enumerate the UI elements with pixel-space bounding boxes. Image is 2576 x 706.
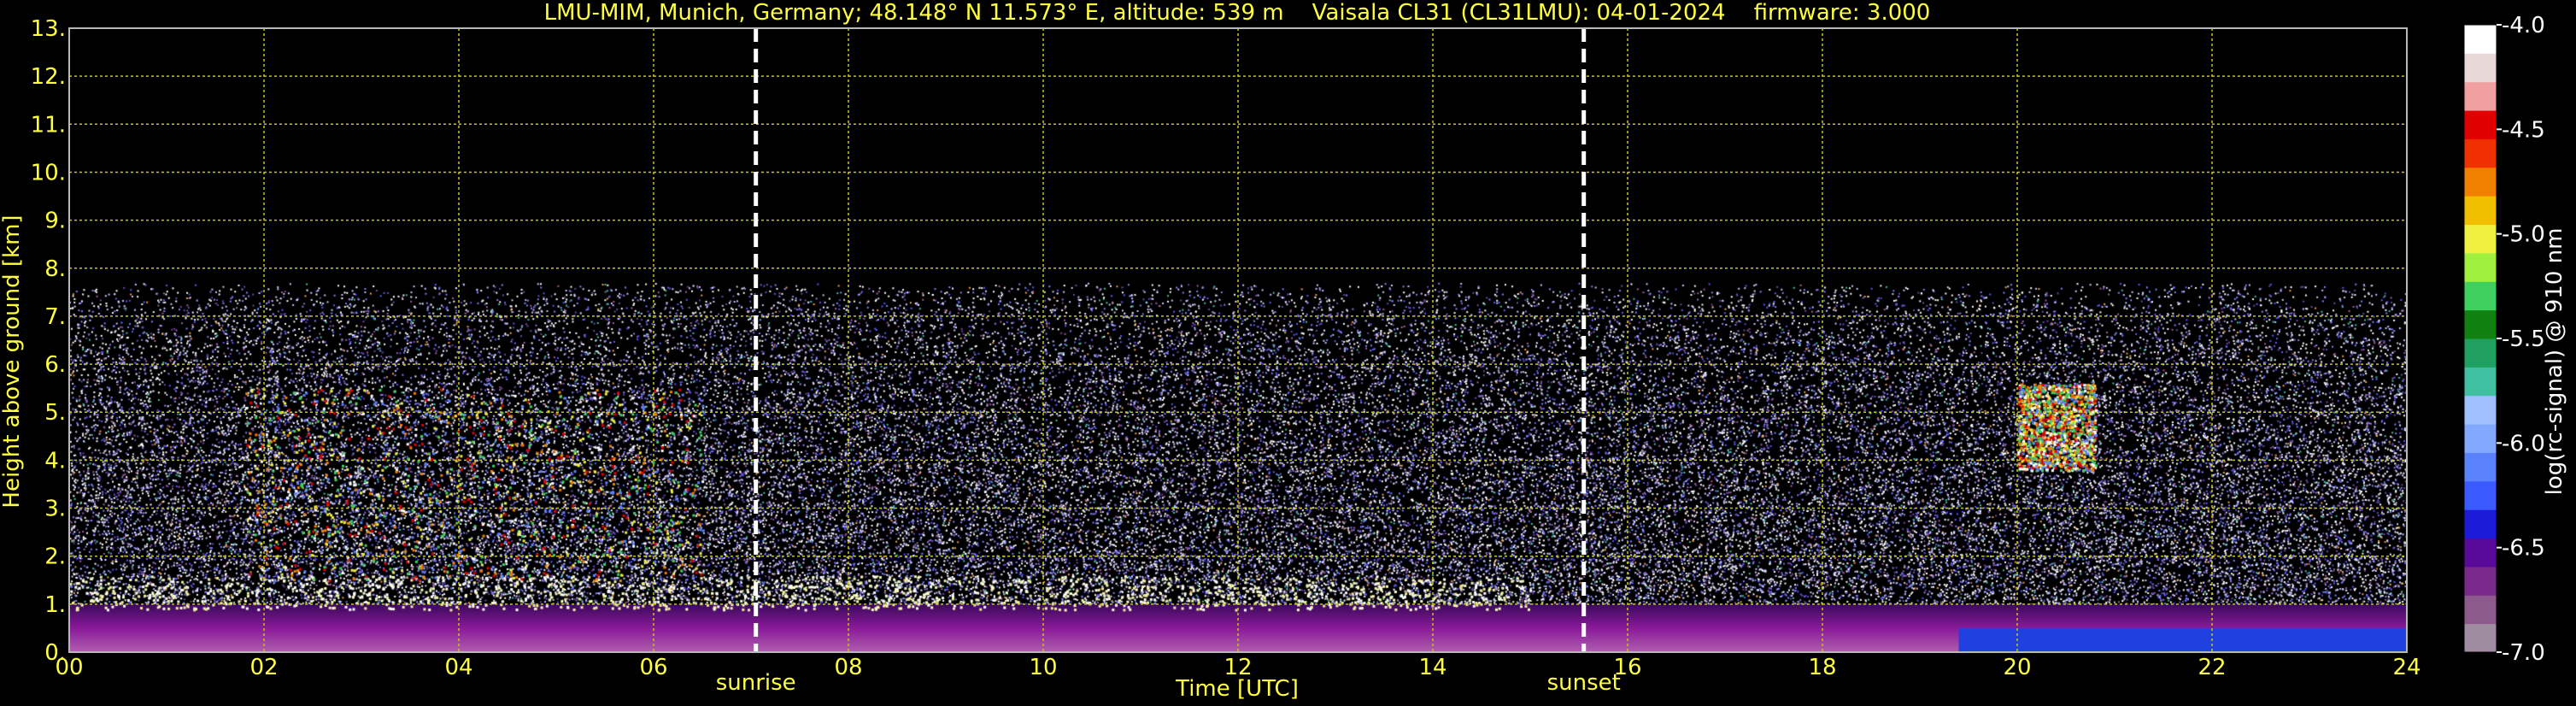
x-tick-label: 24 [2392, 655, 2421, 680]
x-tick-label: 06 [639, 655, 667, 680]
colorbar-label: log(rc-signal) @ 910 nm [2542, 228, 2567, 496]
colorbar-swatch [2464, 395, 2497, 425]
colorbar-tick-label: -6.5 [2502, 536, 2545, 562]
x-tick-label: 04 [444, 655, 472, 680]
y-tick-label: 3. [44, 497, 66, 522]
chart-title: LMU-MIM, Munich, Germany; 48.148° N 11.5… [544, 0, 1931, 26]
colorbar-tick-label: -5.0 [2502, 222, 2545, 248]
colorbar-swatch [2464, 196, 2497, 226]
colorbar-swatch [2464, 53, 2497, 83]
colorbar-swatch [2464, 138, 2497, 168]
colorbar-swatch [2464, 252, 2497, 282]
colorbar-swatch [2464, 281, 2497, 311]
y-tick-label: 8. [44, 256, 66, 282]
colorbar-swatch [2464, 452, 2497, 482]
lidar-backscatter-chart: sunrise sunset 00 02 04 06 08 10 12 14 16 18 20 22 24… [0, 0, 2576, 706]
y-tick-label: 5. [44, 400, 66, 426]
colorbar-tick-label: -6.0 [2502, 431, 2545, 456]
colorbar-swatch [2464, 595, 2497, 625]
x-tick-label: 16 [1613, 655, 1641, 680]
x-axis-label: Time [UTC] [1175, 676, 1299, 702]
colorbar-swatch [2464, 25, 2497, 54]
colorbar-tick-label: -5.5 [2502, 327, 2545, 352]
y-tick-label: 4. [44, 448, 66, 474]
x-tick-label: 08 [834, 655, 862, 680]
colorbar-swatch [2464, 509, 2497, 539]
colorbar-tick-label: -4.0 [2502, 13, 2545, 38]
x-tick-label: 22 [2198, 655, 2226, 680]
y-tick-label: 1. [44, 592, 66, 618]
colorbar-tick-label: -7.0 [2502, 640, 2545, 666]
sun-marker-label: sunset [1547, 670, 1621, 696]
y-tick-label: 11. [31, 112, 66, 138]
colorbar-tick-label: -4.5 [2502, 117, 2545, 143]
colorbar-swatch [2464, 167, 2497, 197]
sun-marker-label: sunrise [716, 670, 796, 696]
colorbar-swatch [2464, 338, 2497, 368]
colorbar-swatch [2464, 566, 2497, 596]
x-tick-label: 20 [2003, 655, 2031, 680]
colorbar-swatch [2464, 110, 2497, 139]
y-axis-label: Height above ground [km] [0, 215, 25, 508]
colorbar-swatch [2464, 367, 2497, 397]
y-tick-label: 9. [44, 209, 66, 234]
y-tick-label: 6. [44, 352, 66, 378]
y-tick-label: 13. [31, 16, 66, 42]
colorbar-swatch [2464, 538, 2497, 568]
colorbar [2463, 24, 2497, 653]
colorbar-swatch [2464, 623, 2497, 653]
colorbar-swatch [2464, 224, 2497, 254]
y-tick-label: 10. [31, 160, 66, 185]
x-tick-label: 10 [1029, 655, 1057, 680]
x-tick-label: 14 [1418, 655, 1446, 680]
colorbar-swatch [2464, 480, 2497, 510]
x-tick-label: 18 [1808, 655, 1836, 680]
y-tick-label: 2. [44, 544, 66, 570]
colorbar-swatch [2464, 81, 2497, 111]
x-tick-label: 02 [249, 655, 278, 680]
y-tick-label: 12. [31, 64, 66, 90]
y-tick-label: 7. [44, 304, 66, 330]
y-tick-label: 0. [44, 640, 66, 666]
colorbar-swatch [2464, 424, 2497, 453]
colorbar-swatch [2464, 309, 2497, 339]
